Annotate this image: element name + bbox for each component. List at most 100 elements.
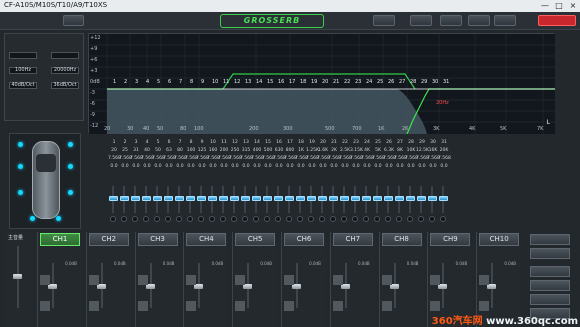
channel-mute-button[interactable] bbox=[332, 275, 343, 285]
channel-phase-button[interactable] bbox=[88, 301, 99, 311]
right-action-button-5[interactable] bbox=[530, 294, 570, 305]
band-slider-thumb[interactable] bbox=[207, 196, 217, 201]
band-slider-thumb[interactable] bbox=[295, 196, 305, 201]
band-mute-toggle[interactable] bbox=[429, 216, 435, 222]
band-slider-thumb[interactable] bbox=[174, 196, 184, 201]
band-mute-toggle[interactable] bbox=[407, 216, 413, 222]
band-slider-thumb[interactable] bbox=[339, 196, 349, 201]
speaker-led-icon[interactable] bbox=[18, 142, 23, 147]
speaker-led-icon[interactable] bbox=[18, 190, 23, 195]
band-mute-toggle[interactable] bbox=[319, 216, 325, 222]
band-slider-thumb[interactable] bbox=[240, 196, 250, 201]
right-action-button-1[interactable] bbox=[530, 234, 570, 245]
toolbar-button-5[interactable] bbox=[494, 15, 516, 26]
speaker-led-icon[interactable] bbox=[30, 216, 35, 221]
band-mute-toggle[interactable] bbox=[242, 216, 248, 222]
channel-mute-button[interactable] bbox=[186, 275, 197, 285]
band-slider-thumb[interactable] bbox=[218, 196, 228, 201]
left-filter-type-select[interactable] bbox=[9, 52, 37, 59]
right-frequency-select[interactable]: 20000Hz bbox=[51, 67, 79, 74]
band-slider-thumb[interactable] bbox=[361, 196, 371, 201]
band-mute-toggle[interactable] bbox=[363, 216, 369, 222]
channel-phase-button[interactable] bbox=[332, 301, 343, 311]
toolbar-button-4[interactable] bbox=[468, 15, 490, 26]
master-slider-thumb[interactable] bbox=[13, 274, 22, 279]
band-slider-thumb[interactable] bbox=[119, 196, 129, 201]
toolbar-button-3[interactable] bbox=[440, 15, 462, 26]
channel-mute-button[interactable] bbox=[430, 275, 441, 285]
right-slope-select[interactable]: 36dB/Oct bbox=[51, 82, 79, 89]
channel-phase-button[interactable] bbox=[40, 301, 50, 311]
band-mute-toggle[interactable] bbox=[187, 216, 193, 222]
left-frequency-select[interactable]: 100Hz bbox=[9, 67, 37, 74]
maximize-button[interactable]: □ bbox=[552, 0, 566, 12]
band-mute-toggle[interactable] bbox=[440, 216, 446, 222]
channel-phase-button[interactable] bbox=[430, 301, 441, 311]
band-slider-thumb[interactable] bbox=[328, 196, 338, 201]
band-mute-toggle[interactable] bbox=[198, 216, 204, 222]
minimize-button[interactable]: — bbox=[538, 0, 552, 12]
band-mute-toggle[interactable] bbox=[253, 216, 259, 222]
channel-mute-button[interactable] bbox=[235, 275, 246, 285]
band-mute-toggle[interactable] bbox=[209, 216, 215, 222]
close-button[interactable]: × bbox=[566, 0, 580, 12]
right-action-button-2[interactable] bbox=[530, 248, 570, 259]
channel-phase-button[interactable] bbox=[235, 301, 246, 311]
band-slider-thumb[interactable] bbox=[405, 196, 415, 201]
toolbar-button-1[interactable] bbox=[373, 15, 395, 26]
band-slider-thumb[interactable] bbox=[130, 196, 140, 201]
channel-button[interactable]: CH8 bbox=[381, 233, 422, 246]
band-mute-toggle[interactable] bbox=[132, 216, 138, 222]
channel-button[interactable]: CH1 bbox=[40, 233, 80, 246]
channel-phase-button[interactable] bbox=[284, 301, 294, 311]
band-slider-thumb[interactable] bbox=[317, 196, 327, 201]
band-mute-toggle[interactable] bbox=[165, 216, 171, 222]
speaker-led-icon[interactable] bbox=[68, 142, 73, 147]
band-slider-thumb[interactable] bbox=[262, 196, 272, 201]
band-slider-thumb[interactable] bbox=[229, 196, 239, 201]
band-slider-thumb[interactable] bbox=[196, 196, 206, 201]
speaker-led-icon[interactable] bbox=[68, 164, 73, 169]
band-mute-toggle[interactable] bbox=[176, 216, 182, 222]
band-mute-toggle[interactable] bbox=[385, 216, 391, 222]
channel-button[interactable]: CH5 bbox=[235, 233, 276, 246]
band-mute-toggle[interactable] bbox=[308, 216, 314, 222]
band-mute-toggle[interactable] bbox=[286, 216, 292, 222]
channel-mute-button[interactable] bbox=[40, 275, 50, 285]
band-mute-toggle[interactable] bbox=[297, 216, 303, 222]
band-slider-thumb[interactable] bbox=[273, 196, 283, 201]
channel-button[interactable]: CH7 bbox=[332, 233, 373, 246]
band-slider-thumb[interactable] bbox=[383, 196, 393, 201]
channel-phase-button[interactable] bbox=[479, 301, 490, 311]
band-mute-toggle[interactable] bbox=[352, 216, 358, 222]
channel-mute-button[interactable] bbox=[381, 275, 392, 285]
band-mute-toggle[interactable] bbox=[341, 216, 347, 222]
band-slider-thumb[interactable] bbox=[152, 196, 162, 201]
channel-button[interactable]: CH6 bbox=[284, 233, 324, 246]
band-mute-toggle[interactable] bbox=[396, 216, 402, 222]
band-slider-thumb[interactable] bbox=[108, 196, 118, 201]
band-mute-toggle[interactable] bbox=[275, 216, 281, 222]
band-mute-toggle[interactable] bbox=[418, 216, 424, 222]
band-mute-toggle[interactable] bbox=[264, 216, 270, 222]
mode-dropdown[interactable] bbox=[63, 15, 84, 26]
speaker-led-icon[interactable] bbox=[68, 190, 73, 195]
channel-button[interactable]: CH2 bbox=[88, 233, 129, 246]
band-slider-thumb[interactable] bbox=[284, 196, 294, 201]
band-mute-toggle[interactable] bbox=[231, 216, 237, 222]
band-mute-toggle[interactable] bbox=[110, 216, 116, 222]
channel-phase-button[interactable] bbox=[381, 301, 392, 311]
speaker-led-icon[interactable] bbox=[18, 164, 23, 169]
speaker-led-icon[interactable] bbox=[56, 216, 61, 221]
band-slider-thumb[interactable] bbox=[438, 196, 448, 201]
band-slider-thumb[interactable] bbox=[394, 196, 404, 201]
band-slider-thumb[interactable] bbox=[427, 196, 437, 201]
band-slider-thumb[interactable] bbox=[185, 196, 195, 201]
channel-mute-button[interactable] bbox=[479, 275, 490, 285]
channel-mute-button[interactable] bbox=[88, 275, 99, 285]
band-slider-thumb[interactable] bbox=[416, 196, 426, 201]
eq-chart[interactable]: +12 +9 +6 +3 0dB -3 -6 -9 -12 1 2 3 4 5 … bbox=[88, 33, 555, 134]
channel-mute-button[interactable] bbox=[137, 275, 148, 285]
band-slider-thumb[interactable] bbox=[163, 196, 173, 201]
band-mute-toggle[interactable] bbox=[154, 216, 160, 222]
